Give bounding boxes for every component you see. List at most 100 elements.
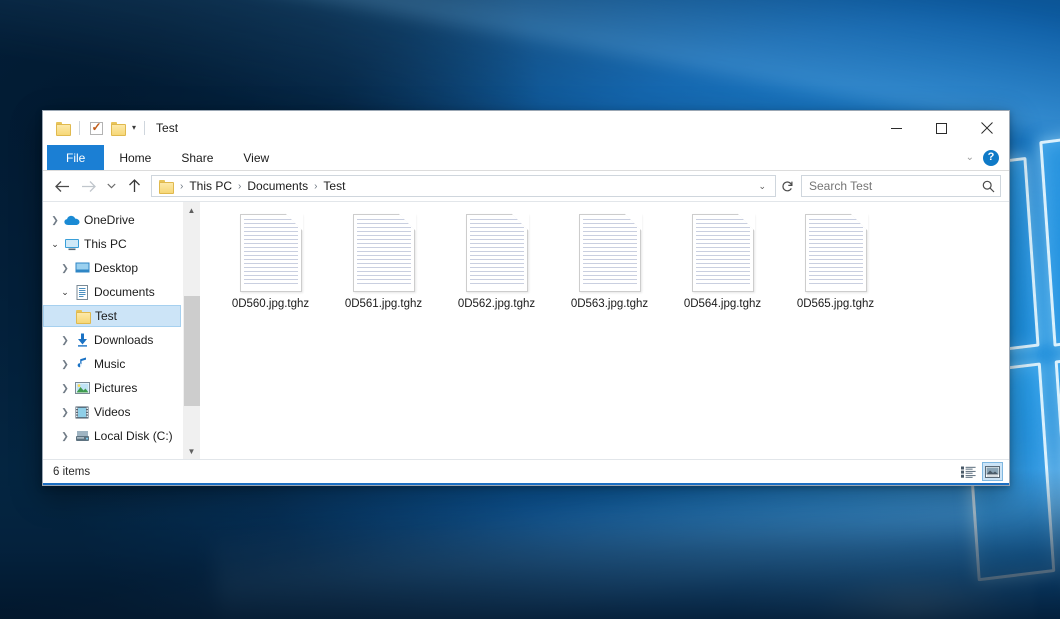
generic-document-icon	[692, 214, 754, 292]
chevron-right-icon[interactable]: ❯	[57, 263, 73, 274]
qat-separator-2	[144, 121, 145, 135]
file-name: 0D560.jpg.tghz	[232, 298, 309, 310]
window-bottom-accent	[43, 483, 1009, 485]
chevron-down-icon[interactable]: ⌄	[966, 152, 974, 163]
file-explorer-window: ▾ Test File Home Share View	[42, 110, 1010, 486]
sidebar-item-label: Local Disk (C:)	[94, 429, 173, 443]
forward-button[interactable]	[75, 174, 101, 198]
large-icons-view-button[interactable]	[982, 462, 1003, 481]
breadcrumb[interactable]: › This PC › Documents › Test ⌄	[151, 175, 776, 197]
sidebar-item-downloads[interactable]: ❯ Downloads	[43, 328, 183, 352]
status-bar: 6 items	[43, 459, 1009, 483]
title-bar: ▾ Test	[43, 111, 1009, 145]
search-icon[interactable]	[982, 180, 995, 193]
onedrive-cloud-icon	[63, 215, 81, 226]
sidebar-item-label: This PC	[84, 237, 127, 251]
scrollbar-thumb[interactable]	[184, 296, 200, 406]
ribbon-tab-bar: File Home Share View ⌄ ?	[43, 145, 1009, 171]
chevron-right-icon[interactable]: ❯	[47, 215, 63, 226]
file-item[interactable]: 0D563.jpg.tghz	[553, 210, 666, 328]
chevron-down-icon[interactable]: ⌄	[47, 239, 63, 250]
minimize-button[interactable]	[874, 111, 919, 145]
this-pc-monitor-icon	[63, 238, 81, 251]
address-bar: › This PC › Documents › Test ⌄	[43, 171, 1009, 201]
chevron-right-icon[interactable]: ❯	[57, 335, 73, 346]
scrollbar-track[interactable]	[184, 218, 200, 443]
close-button[interactable]	[964, 111, 1009, 145]
desktop-icon	[73, 262, 91, 274]
help-icon[interactable]: ?	[983, 150, 999, 166]
file-name: 0D563.jpg.tghz	[571, 298, 648, 310]
folder-icon[interactable]	[52, 117, 74, 139]
file-item[interactable]: 0D560.jpg.tghz	[214, 210, 327, 328]
breadcrumb-this-pc[interactable]: This PC	[186, 179, 235, 193]
generic-document-icon	[466, 214, 528, 292]
downloads-arrow-icon	[73, 333, 91, 347]
sidebar-item-onedrive[interactable]: ❯ OneDrive	[43, 208, 183, 232]
file-item[interactable]: 0D561.jpg.tghz	[327, 210, 440, 328]
scroll-down-button[interactable]: ▼	[184, 443, 200, 459]
maximize-button[interactable]	[919, 111, 964, 145]
file-name: 0D564.jpg.tghz	[684, 298, 761, 310]
properties-icon[interactable]	[85, 117, 107, 139]
sidebar-item-documents[interactable]: ⌄ Documents	[43, 280, 183, 304]
breadcrumb-documents[interactable]: Documents	[244, 179, 311, 193]
refresh-icon[interactable]	[776, 175, 798, 197]
breadcrumb-test[interactable]: Test	[320, 179, 348, 193]
chevron-right-icon[interactable]: ❯	[57, 431, 73, 442]
breadcrumb-separator: ›	[177, 181, 186, 192]
sidebar-item-test[interactable]: Test	[43, 305, 181, 327]
generic-document-icon	[805, 214, 867, 292]
file-item[interactable]: 0D565.jpg.tghz	[779, 210, 892, 328]
new-folder-icon[interactable]	[107, 117, 129, 139]
search-box[interactable]	[801, 175, 1001, 197]
chevron-down-icon[interactable]: ▾	[129, 124, 139, 132]
sidebar-item-pictures[interactable]: ❯ Pictures	[43, 376, 183, 400]
sidebar-item-desktop[interactable]: ❯ Desktop	[43, 256, 183, 280]
videos-film-icon	[73, 406, 91, 419]
search-input[interactable]	[809, 179, 982, 193]
sidebar-item-label: OneDrive	[84, 213, 135, 227]
sidebar-item-music[interactable]: ❯ Music	[43, 352, 183, 376]
music-note-icon	[73, 357, 91, 371]
window-title: Test	[156, 121, 178, 135]
sidebar-item-label: Downloads	[94, 333, 153, 347]
file-list[interactable]: 0D560.jpg.tghz 0D561.jpg.tghz 0D562.jpg.…	[199, 202, 1009, 459]
wallpaper-horizon-shade	[0, 469, 1060, 619]
scroll-up-button[interactable]: ▲	[184, 202, 200, 218]
desktop: ▾ Test File Home Share View	[0, 0, 1060, 619]
tab-view[interactable]: View	[228, 145, 284, 170]
sidebar-item-videos[interactable]: ❯ Videos	[43, 400, 183, 424]
tab-file[interactable]: File	[47, 145, 104, 170]
window-controls	[874, 111, 1009, 145]
up-button[interactable]	[121, 174, 147, 198]
recent-locations-button[interactable]	[101, 174, 121, 198]
chevron-down-icon[interactable]: ⌄	[57, 287, 73, 298]
back-button[interactable]	[49, 174, 75, 198]
hard-drive-icon	[73, 430, 91, 442]
breadcrumb-folder-icon	[159, 180, 173, 192]
file-item[interactable]: 0D562.jpg.tghz	[440, 210, 553, 328]
chevron-down-icon[interactable]: ⌄	[753, 181, 771, 192]
tab-share[interactable]: Share	[166, 145, 228, 170]
chevron-right-icon[interactable]: ❯	[57, 359, 73, 370]
chevron-right-icon[interactable]: ❯	[57, 383, 73, 394]
navigation-pane: ❯ OneDrive ⌄	[43, 202, 183, 459]
sidebar-item-this-pc[interactable]: ⌄ This PC	[43, 232, 183, 256]
chevron-right-icon[interactable]: ❯	[57, 407, 73, 418]
explorer-body: ❯ OneDrive ⌄	[43, 201, 1009, 459]
sidebar-item-label: Desktop	[94, 261, 138, 275]
sidebar-item-label: Documents	[94, 285, 155, 299]
pictures-icon	[73, 382, 91, 394]
documents-icon	[73, 285, 91, 300]
quick-access-toolbar: ▾	[43, 117, 150, 139]
generic-document-icon	[353, 214, 415, 292]
tab-home[interactable]: Home	[104, 145, 166, 170]
item-count: 6 items	[53, 466, 90, 478]
details-view-button[interactable]	[958, 462, 979, 481]
view-buttons	[958, 462, 1003, 481]
file-item[interactable]: 0D564.jpg.tghz	[666, 210, 779, 328]
sidebar-item-local-disk-c[interactable]: ❯ Local Disk (C:)	[43, 424, 183, 448]
logo-pane-top-right	[1039, 121, 1060, 347]
navigation-pane-scrollbar[interactable]: ▲ ▼	[183, 202, 199, 459]
